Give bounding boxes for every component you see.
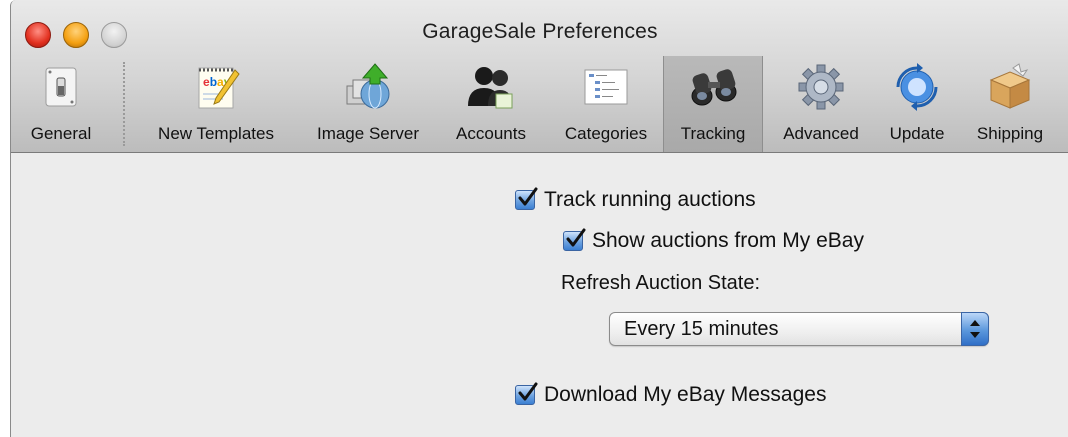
tab-accounts[interactable]: Accounts (443, 56, 539, 152)
download-my-ebay-messages-row[interactable]: Download My eBay Messages (515, 382, 827, 407)
track-running-auctions-label: Track running auctions (544, 188, 756, 211)
tab-label: Image Server (316, 124, 420, 143)
tab-update[interactable]: Update (877, 56, 957, 152)
sync-icon (890, 62, 944, 112)
download-my-ebay-messages-label: Download My eBay Messages (544, 383, 827, 406)
toolbar-separator (123, 62, 125, 146)
tab-general[interactable]: General (15, 56, 107, 152)
binoculars-icon (686, 62, 740, 112)
package-icon (983, 62, 1037, 112)
tab-new-templates[interactable]: ebay New Templates (141, 56, 291, 152)
track-running-auctions-row[interactable]: Track running auctions (515, 187, 756, 212)
tab-label: New Templates (158, 124, 274, 143)
show-auctions-from-my-ebay-label: Show auctions from My eBay (592, 229, 864, 252)
tab-label: Categories (564, 124, 648, 143)
show-auctions-from-my-ebay-checkbox[interactable] (563, 228, 586, 251)
upload-globe-icon (341, 62, 395, 112)
title-bar: GarageSale Preferences General eba New T… (11, 0, 1068, 153)
checkmark-icon (518, 187, 538, 206)
checkmark-icon (518, 382, 538, 401)
tab-advanced[interactable]: Advanced (769, 56, 873, 152)
preferences-toolbar: General ebay New Templates (11, 56, 1068, 152)
tab-image-server[interactable]: Image Server (301, 56, 435, 152)
show-auctions-from-my-ebay-row[interactable]: Show auctions from My eBay (563, 228, 864, 253)
tab-label: General (30, 124, 92, 143)
light-switch-icon (34, 62, 88, 112)
tab-categories[interactable]: Categories (547, 56, 665, 152)
gear-icon (794, 62, 848, 112)
tab-label: Shipping (976, 124, 1044, 143)
category-tree-icon (579, 62, 633, 112)
tab-label: Advanced (783, 124, 859, 143)
people-icon (464, 62, 518, 112)
popup-arrows-icon (961, 312, 989, 346)
refresh-interval-value: Every 15 minutes (624, 318, 779, 340)
refresh-auction-state-label: Refresh Auction State: (561, 272, 761, 294)
tracking-pane: Track running auctions Show auctions fro… (11, 153, 1068, 437)
window-title: GarageSale Preferences (422, 20, 658, 43)
checkmark-icon (566, 228, 586, 247)
refresh-interval-popup[interactable]: Every 15 minutes (609, 312, 989, 346)
tab-shipping[interactable]: Shipping (963, 56, 1057, 152)
tab-tracking[interactable]: Tracking (663, 56, 763, 152)
tab-label: Update (889, 124, 945, 143)
tab-label: Tracking (680, 124, 746, 143)
track-running-auctions-checkbox[interactable] (515, 187, 538, 210)
tab-label: Accounts (456, 124, 526, 143)
preferences-window: GarageSale Preferences General eba New T… (10, 0, 1068, 437)
ebay-notepad-icon: ebay (189, 62, 243, 112)
download-my-ebay-messages-checkbox[interactable] (515, 382, 538, 405)
